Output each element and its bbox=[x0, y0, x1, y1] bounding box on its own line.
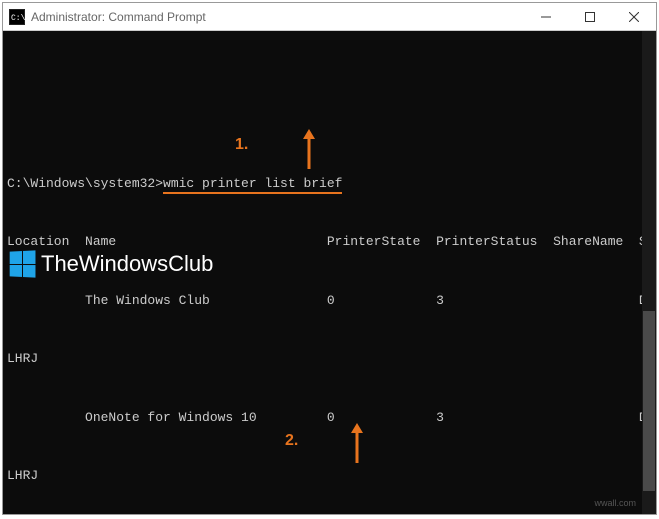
watermark-text: TheWindowsClub bbox=[41, 247, 213, 280]
window-title: Administrator: Command Prompt bbox=[31, 10, 524, 24]
command-line-1: C:\Windows\system32>wmic printer list br… bbox=[7, 174, 652, 194]
arrow-annotation-2 bbox=[303, 403, 364, 489]
empty-line bbox=[7, 115, 652, 135]
titlebar[interactable]: C:\ Administrator: Command Prompt bbox=[3, 3, 656, 31]
cmd-icon: C:\ bbox=[9, 9, 25, 25]
annotation-label-2: 2. bbox=[285, 429, 298, 453]
watermark-logo: TheWindowsClub bbox=[9, 247, 213, 280]
svg-text:C:\: C:\ bbox=[11, 14, 25, 23]
windows-logo-icon bbox=[10, 250, 36, 277]
command-prompt-window: C:\ Administrator: Command Prompt C:\Win… bbox=[2, 2, 657, 515]
scrollbar-track[interactable] bbox=[642, 31, 656, 514]
corner-watermark: wwall.com bbox=[594, 497, 636, 511]
table-row: The Windows Club 0 3 DESKTOP-AC7 bbox=[7, 291, 652, 311]
arrow-annotation-1 bbox=[255, 109, 316, 195]
close-button[interactable] bbox=[612, 3, 656, 30]
minimize-button[interactable] bbox=[524, 3, 568, 30]
terminal-output[interactable]: C:\Windows\system32>wmic printer list br… bbox=[3, 31, 656, 514]
scrollbar-thumb[interactable] bbox=[643, 311, 655, 491]
window-controls bbox=[524, 3, 656, 30]
maximize-button[interactable] bbox=[568, 3, 612, 30]
annotation-label-1: 1. bbox=[235, 133, 248, 157]
table-row-loc: LHRJ bbox=[7, 349, 652, 369]
